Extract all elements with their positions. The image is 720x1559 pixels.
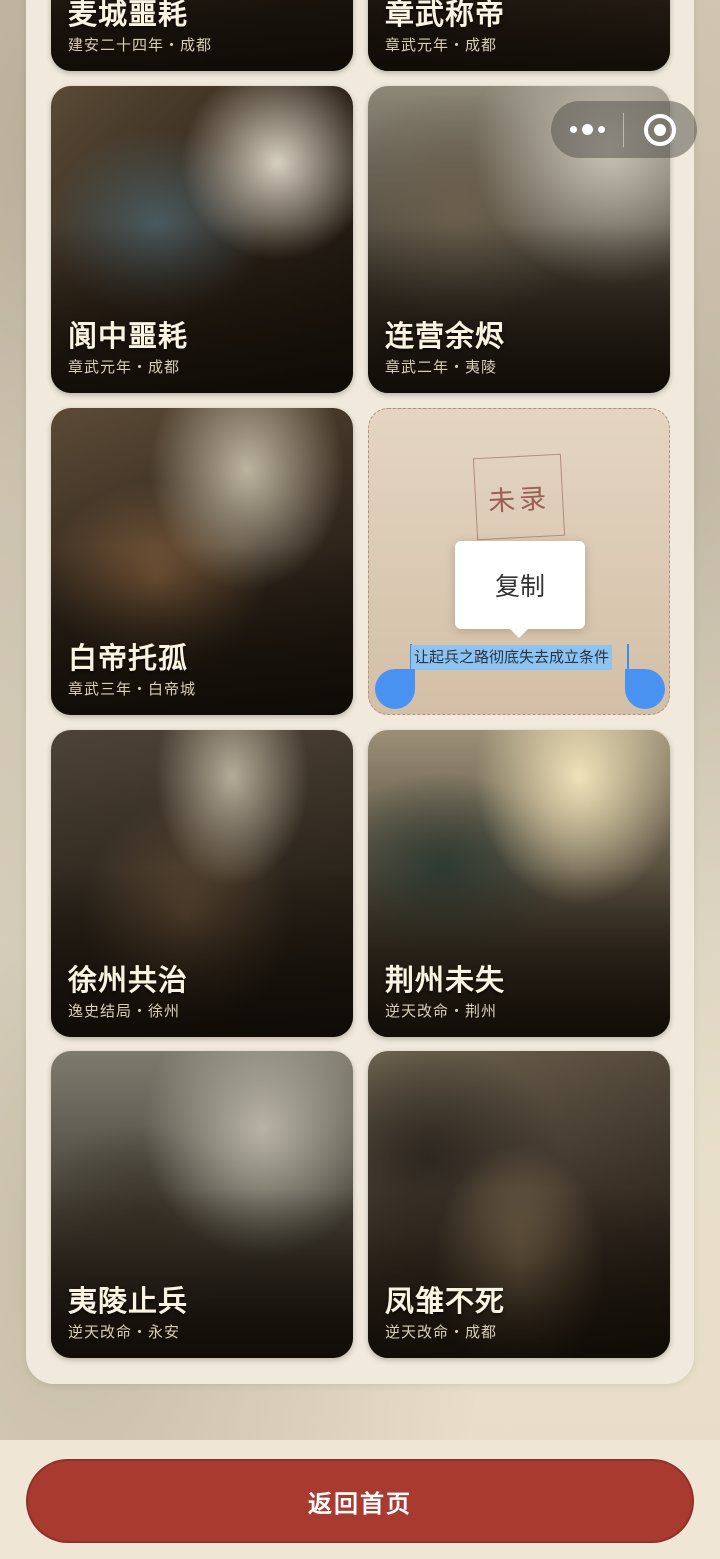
target-circle-icon xyxy=(644,113,676,146)
card-subtitle: 建安二十四年・成都 xyxy=(68,36,213,54)
card-title: 阆中噩耗 xyxy=(68,319,189,353)
ending-card[interactable]: 夷陵止兵 逆天改命・永安 xyxy=(51,1051,353,1358)
ending-card[interactable]: 荆州未失 逆天改命・荆州 xyxy=(368,730,670,1037)
return-home-button[interactable]: 返回首页 xyxy=(26,1459,694,1543)
ending-card[interactable]: 徐州共治 逸史结局・徐州 xyxy=(51,730,353,1037)
card-title: 白帝托孤 xyxy=(68,641,189,675)
dot-icon xyxy=(569,126,577,133)
card-subtitle: 逆天改命・荆州 xyxy=(385,1002,498,1020)
card-subtitle: 逆天改命・成都 xyxy=(385,1323,498,1341)
ending-card[interactable]: 麦城噩耗 建安二十四年・成都 xyxy=(51,0,353,71)
card-subtitle: 逸史结局・徐州 xyxy=(68,1002,181,1020)
ending-card[interactable]: 阆中噩耗 章武元年・成都 xyxy=(51,86,353,393)
card-subtitle: 章武元年・成都 xyxy=(385,36,498,54)
card-title: 夷陵止兵 xyxy=(68,1284,189,1318)
copy-menu-button[interactable]: 复制 xyxy=(455,541,585,638)
unrecorded-seal: 未录 xyxy=(472,453,566,541)
selection-handle-start[interactable] xyxy=(375,669,415,709)
more-options-button[interactable] xyxy=(551,101,623,158)
close-miniprogram-button[interactable] xyxy=(624,101,696,158)
ending-card[interactable]: 白帝托孤 章武三年・白帝城 xyxy=(51,408,353,715)
dot-icon xyxy=(581,124,593,135)
card-subtitle: 逆天改命・永安 xyxy=(68,1323,181,1341)
selected-text[interactable]: 让起兵之路彻底失去成立条件 xyxy=(411,645,613,670)
card-title: 凤雏不死 xyxy=(385,1284,506,1318)
selection-caret-end xyxy=(627,644,629,671)
card-subtitle: 章武三年・白帝城 xyxy=(68,680,197,698)
card-title: 章武称帝 xyxy=(385,0,506,31)
miniprogram-capsule xyxy=(551,101,697,158)
locked-ending-card[interactable]: 未录 复制 让起兵之路彻底失去成立条件 xyxy=(368,408,670,715)
dot-icon xyxy=(597,126,605,133)
card-subtitle: 章武元年・成都 xyxy=(68,358,181,376)
card-title: 麦城噩耗 xyxy=(68,0,189,31)
ending-card[interactable]: 凤雏不死 逆天改命・成都 xyxy=(368,1051,670,1358)
card-title: 荆州未失 xyxy=(385,963,506,997)
selection-handle-end[interactable] xyxy=(625,669,665,709)
ending-card[interactable]: 章武称帝 章武元年・成都 xyxy=(368,0,670,71)
card-title: 徐州共治 xyxy=(68,963,189,997)
card-title: 连营余烬 xyxy=(385,319,506,353)
card-subtitle: 章武二年・夷陵 xyxy=(385,358,498,376)
